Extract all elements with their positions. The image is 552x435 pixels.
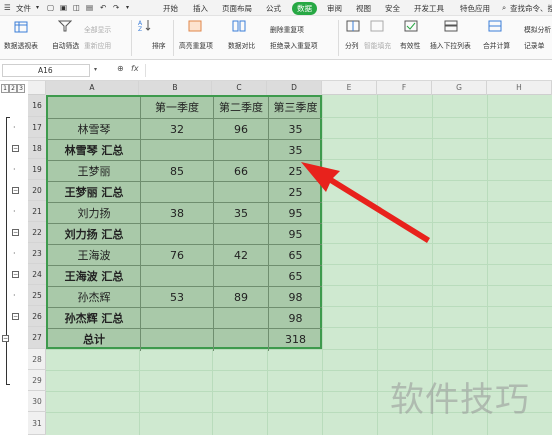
red-arrow-annotation (301, 162, 430, 243)
watermark-text: 软件技巧 (390, 380, 530, 420)
